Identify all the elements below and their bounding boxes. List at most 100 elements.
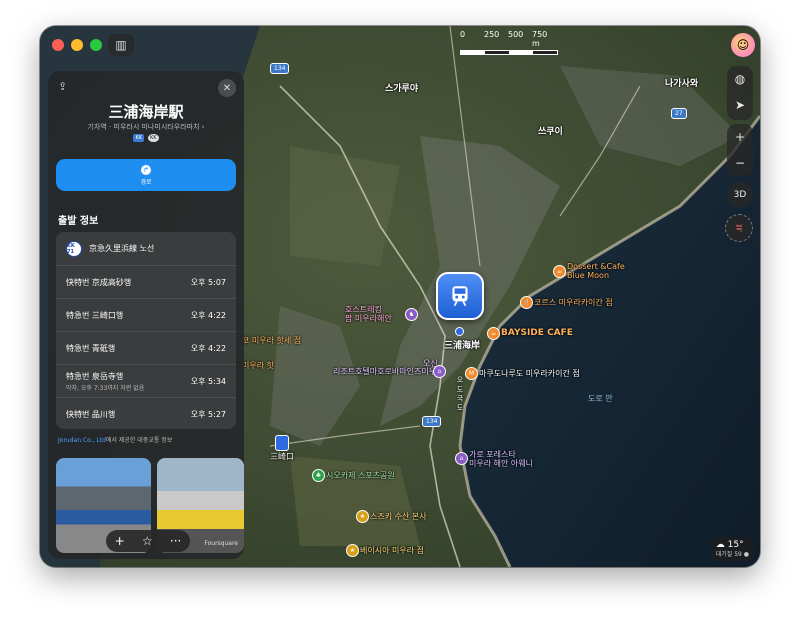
weather-widget[interactable]: ☁ 15° 대기질 59 ● xyxy=(710,537,754,561)
line-badge-1: KK xyxy=(133,134,144,142)
transit-attribution: Jorudan Co., Ltd에서 제공한 대중교통 정보 xyxy=(58,435,172,444)
zoom-out-button[interactable]: − xyxy=(727,150,753,176)
place-subtitle[interactable]: 기차역 · 미우라시 미나미시타우라마치 › xyxy=(48,122,244,132)
departure-time: 오후 4:22 xyxy=(190,343,226,353)
weather-temp: ☁ 15° xyxy=(715,540,744,551)
map-label-station[interactable]: 三浦海岸 xyxy=(444,338,480,351)
train-station-icon[interactable] xyxy=(436,272,484,320)
departure-row[interactable]: 特急번 泉岳寺행 막차, 오후 7:33까지 자련 없음 오후 5:34 xyxy=(56,365,236,398)
scale-label-3: 750 m xyxy=(532,30,548,48)
directions-button[interactable]: ↱ 경로 xyxy=(56,159,236,191)
sidebar-toggle-icon[interactable]: ▥ xyxy=(108,34,134,56)
add-icon[interactable]: + xyxy=(115,534,125,548)
departure-time: 오후 4:22 xyxy=(190,310,226,320)
scale-bar xyxy=(460,50,558,55)
poi-bayside[interactable]: BAYSIDE CAFE xyxy=(501,328,573,338)
shop-icon[interactable]: ★ xyxy=(356,510,369,523)
line-header[interactable]: KK 71 京急久里浜線 노선 xyxy=(56,232,236,266)
attribution-text: 에서 제공한 대중교통 정보 xyxy=(105,437,173,444)
departure-destination: 特急번 三崎口행 xyxy=(66,310,124,320)
poi-karo-2[interactable]: 미우라 해안 아웨니 xyxy=(469,458,533,469)
departure-row[interactable]: 快特번 品川행 오후 5:27 xyxy=(56,398,236,430)
attribution-link[interactable]: Jorudan Co., Ltd xyxy=(58,437,106,444)
maps-window: ▥ 0 250 500 750 m 스가루야 나가사와 쓰쿠이 134 27 1… xyxy=(40,26,760,567)
line-number-badge: KK 71 xyxy=(66,240,82,257)
departure-destination: 特急번 青砥행 xyxy=(66,343,116,353)
departures-heading: 출발 정보 xyxy=(58,216,99,227)
directions-label: 경로 xyxy=(140,178,152,186)
park-icon[interactable]: ♣ xyxy=(312,469,325,482)
departure-row[interactable]: 快特번 京成高砂행 오후 5:07 xyxy=(56,266,236,299)
zoom-window-button[interactable] xyxy=(90,39,102,51)
poi-blue-moon[interactable]: Blue Moon xyxy=(567,271,609,280)
departure-time: 오후 5:27 xyxy=(190,409,226,419)
avatar[interactable]: ☺ xyxy=(731,33,755,57)
departure-destination: 特急번 泉岳寺행 xyxy=(66,371,124,381)
poi-misaki-left-2[interactable]: 미우라 핫 xyxy=(242,360,274,371)
horse-icon[interactable]: ♞ xyxy=(405,308,418,321)
map-label-tsukui[interactable]: 쓰쿠이 xyxy=(538,124,563,137)
map-view-controls: ◍ ➤ xyxy=(727,66,753,120)
route-shield-27: 27 xyxy=(671,108,687,119)
photo-credit: Foursquare xyxy=(204,540,238,547)
departure-row[interactable]: 特急번 三崎口행 오후 4:22 xyxy=(56,299,236,332)
train-station-small-icon[interactable] xyxy=(275,435,289,451)
departure-note: 막차, 오후 7:33까지 자련 없음 xyxy=(66,384,145,392)
poi-suzuki[interactable]: 스즈키 수산 본사 xyxy=(370,511,427,522)
route-shield-134-south: 134 xyxy=(422,416,442,427)
departure-row[interactable]: 特急번 青砥행 오후 4:22 xyxy=(56,332,236,365)
map-scale: 0 250 500 750 m xyxy=(460,30,558,55)
cafe-icon[interactable]: ☕ xyxy=(487,327,500,340)
close-window-button[interactable] xyxy=(52,39,64,51)
map-label-sankou[interactable]: 三崎口 xyxy=(270,451,294,462)
3d-button[interactable]: 3D xyxy=(727,182,753,208)
departure-time: 오후 5:07 xyxy=(190,277,226,287)
line-badges: KK KK xyxy=(48,134,244,142)
departure-destination: 快特번 品川행 xyxy=(66,409,116,419)
shopping-icon[interactable]: ★ xyxy=(346,544,359,557)
scale-label-2: 500 xyxy=(508,30,524,39)
poi-shio[interactable]: 시오카제 스포츠공원 xyxy=(326,470,395,481)
poi-marudonald[interactable]: 마쿠도나루도 미우라카이간 점 xyxy=(479,368,580,379)
map-label-skagaya[interactable]: 스가루야 xyxy=(385,81,418,94)
window-controls xyxy=(52,39,102,51)
poi-horse-trekking-2[interactable]: 팜 미우라해안 xyxy=(345,313,392,324)
route-shield-134: 134 xyxy=(270,63,290,74)
map-label-nagasawa[interactable]: 나가사와 xyxy=(665,76,698,89)
poi-corsus[interactable]: 코르스 미우라카이간 점 xyxy=(534,297,613,308)
share-icon[interactable]: ⇪ xyxy=(58,80,72,94)
more-icon[interactable]: ··· xyxy=(170,534,181,548)
air-quality: 대기질 59 ● xyxy=(715,550,749,558)
fastfood-icon[interactable]: M xyxy=(465,367,478,380)
poi-misaki-left-1[interactable]: 코 미우라 핫세 점 xyxy=(242,335,301,346)
hotel-icon[interactable]: ⌂ xyxy=(433,365,446,378)
zoom-in-button[interactable]: + xyxy=(727,124,753,150)
photo-toolbar: + ☆ ··· xyxy=(106,530,190,552)
road-label-vertical: 오 도 국 도 xyxy=(456,376,464,411)
cafe-icon[interactable]: ☕ xyxy=(553,265,566,278)
train-glyph-icon xyxy=(452,286,468,307)
scale-label-1: 250 xyxy=(484,30,500,39)
restaurant-icon[interactable]: 🍴 xyxy=(520,296,533,309)
place-card: ⇪ ✕ 三浦海岸駅 기차역 · 미우라시 미나미시타우라마치 › KK KK ↱… xyxy=(48,71,244,559)
departure-time: 오후 5:34 xyxy=(190,376,226,386)
line-badge-2: KK xyxy=(148,134,159,142)
minimize-window-button[interactable] xyxy=(71,39,83,51)
place-title: 三浦海岸駅 xyxy=(108,103,184,121)
star-icon[interactable]: ☆ xyxy=(142,534,153,548)
departure-destination: 快特번 京成高砂행 xyxy=(66,277,132,287)
location-arrow-icon[interactable]: ➤ xyxy=(727,92,753,118)
map-label-dorodan: 도로 만 xyxy=(588,394,613,403)
store-icon[interactable]: ⌂ xyxy=(455,452,468,465)
compass-icon[interactable]: 북 xyxy=(725,214,753,242)
zoom-controls: + − xyxy=(727,124,753,176)
scale-label-0: 0 xyxy=(460,30,466,39)
close-icon[interactable]: ✕ xyxy=(218,79,236,97)
poi-dossert[interactable]: Dossert &Cafe xyxy=(567,262,625,271)
station-location-dot xyxy=(455,327,464,336)
globe-icon[interactable]: ◍ xyxy=(727,66,753,92)
directions-icon: ↱ xyxy=(141,164,151,175)
departures-card: KK 71 京急久里浜線 노선 快特번 京成高砂행 오후 5:07 特急번 三崎… xyxy=(56,232,236,429)
poi-beisia[interactable]: 베이시아 미우라 점 xyxy=(360,545,424,556)
line-name: 京急久里浜線 노선 xyxy=(89,244,155,253)
